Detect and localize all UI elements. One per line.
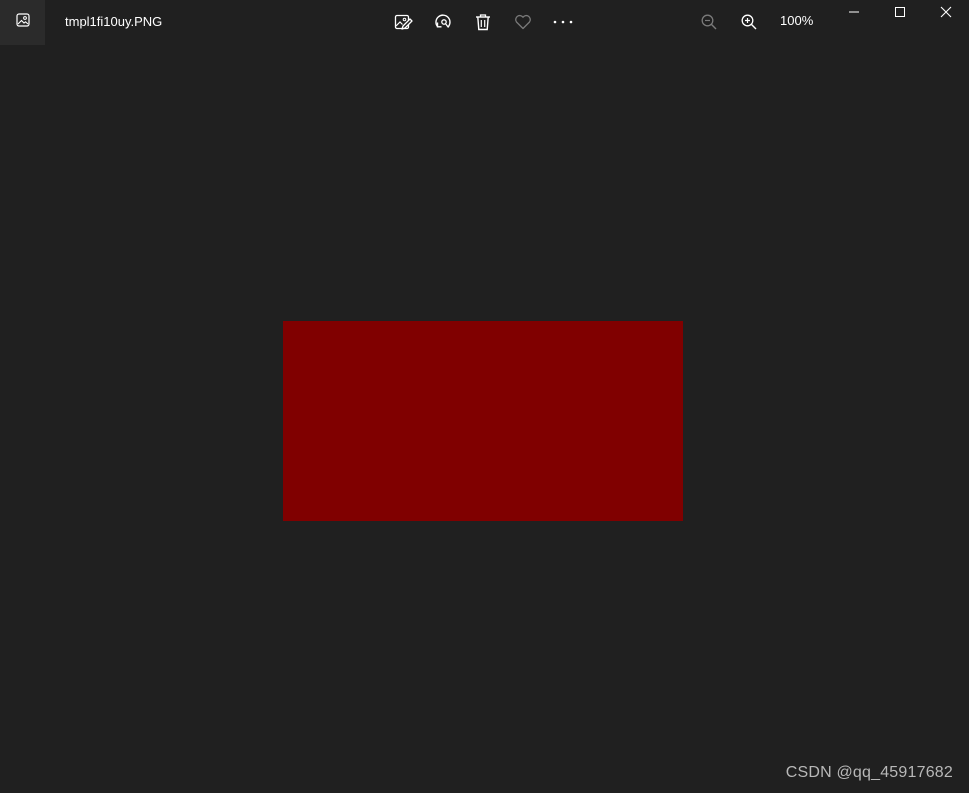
more-options-button[interactable]: [552, 11, 574, 33]
close-icon: [940, 5, 952, 23]
close-button[interactable]: [934, 2, 958, 26]
edit-image-button[interactable]: [392, 11, 414, 33]
zoom-out-icon: [700, 13, 718, 31]
favorite-button[interactable]: [512, 11, 534, 33]
delete-button[interactable]: [472, 11, 494, 33]
edit-image-icon: [393, 12, 413, 32]
title-bar: tmpl1fi10uy.PNG 100%: [0, 0, 969, 45]
displayed-image: [283, 321, 683, 521]
file-name-title: tmpl1fi10uy.PNG: [65, 14, 163, 29]
zoom-in-icon: [740, 13, 758, 31]
csdn-watermark: CSDN @qq_45917682: [785, 764, 953, 781]
app-menu-button[interactable]: [0, 0, 45, 45]
photos-app-icon: [15, 12, 31, 33]
maximize-icon: [894, 5, 906, 23]
delete-icon: [473, 12, 493, 32]
photos-app-window: tmpl1fi10uy.PNG 100% CSDN @qq_45917682: [0, 0, 969, 793]
zoom-out-button[interactable]: [698, 11, 720, 33]
image-viewer-canvas[interactable]: [0, 45, 969, 793]
zoom-in-button[interactable]: [738, 11, 760, 33]
favorite-heart-icon: [513, 12, 533, 32]
minimize-icon: [848, 5, 860, 23]
minimize-button[interactable]: [842, 2, 866, 26]
maximize-button[interactable]: [888, 2, 912, 26]
more-options-icon: [552, 12, 574, 32]
rotate-icon: [433, 12, 453, 32]
zoom-level-label[interactable]: 100%: [780, 13, 813, 29]
rotate-button[interactable]: [432, 11, 454, 33]
